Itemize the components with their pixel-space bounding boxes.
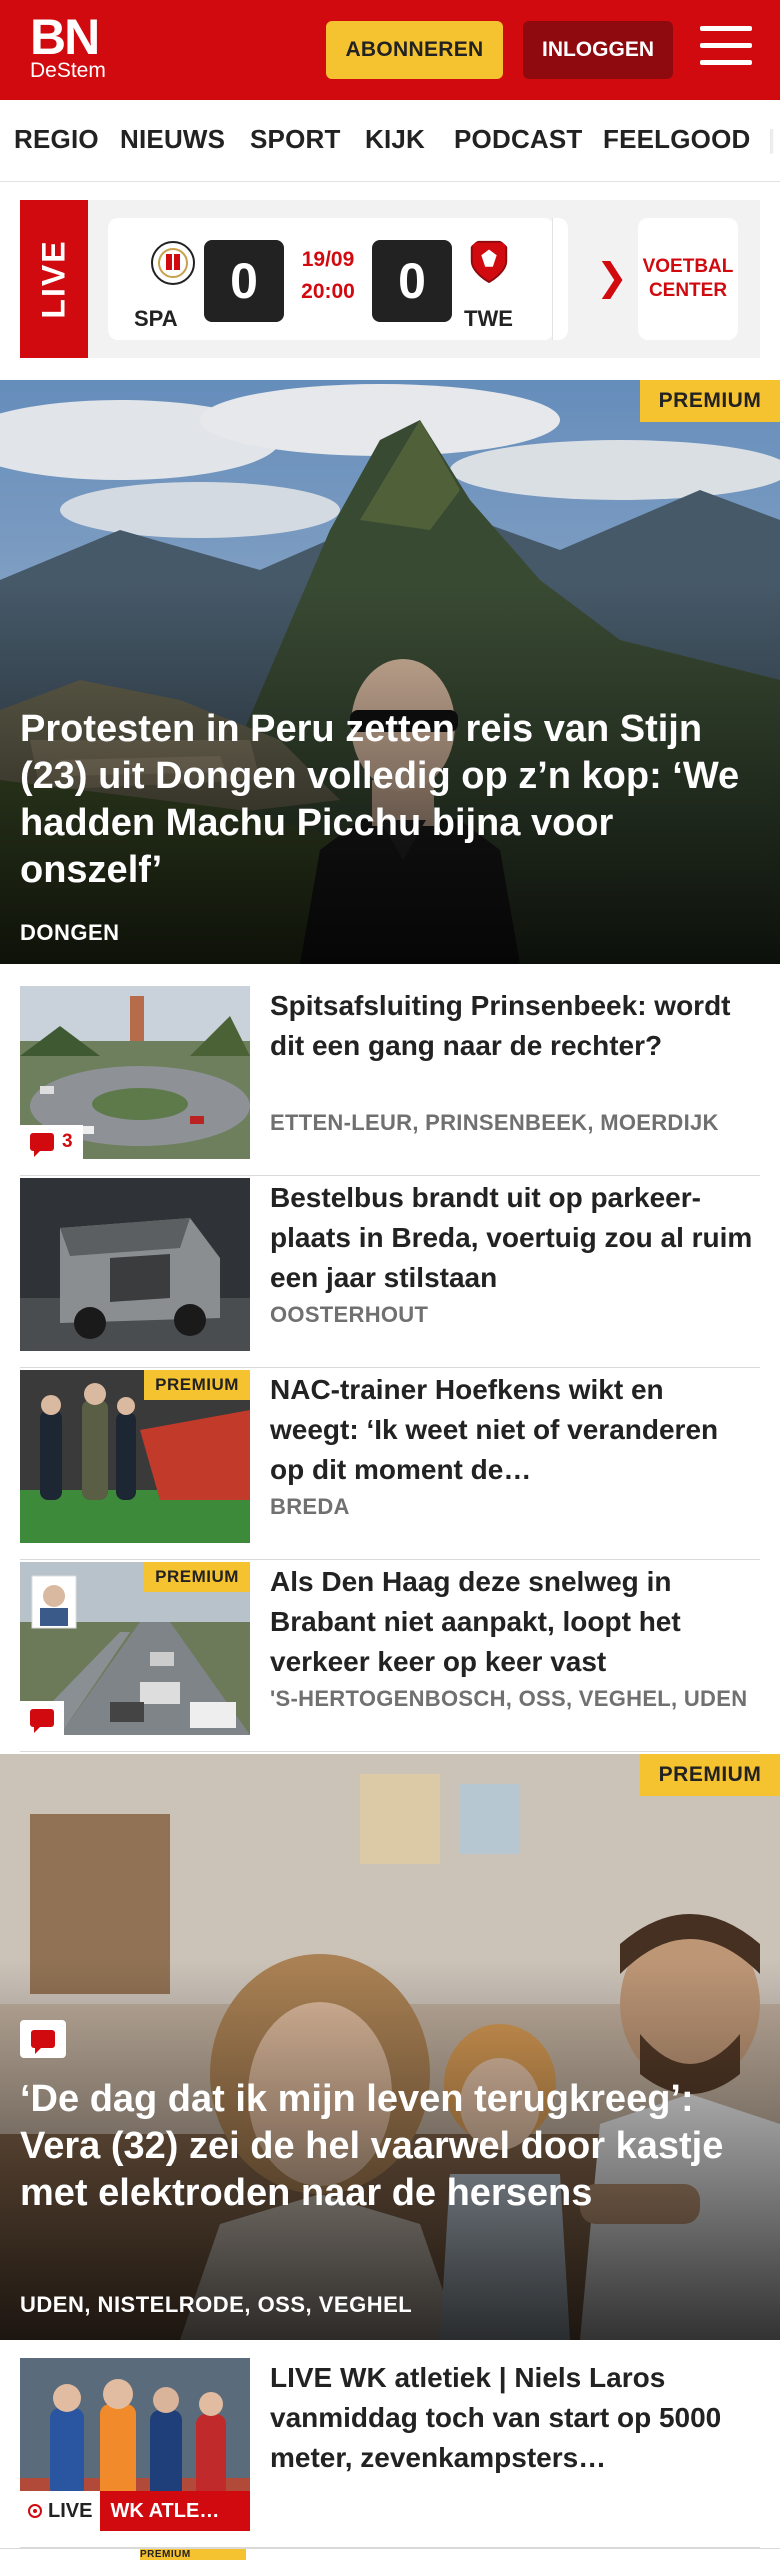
next-match-card[interactable]: [552, 218, 568, 340]
logo-sub: DeStem: [30, 59, 106, 82]
article-title[interactable]: Spitsafsluiting Prinsenbeek: wordt dit e…: [270, 986, 758, 1066]
premium-badge: PREMIUM: [144, 1562, 250, 1592]
match-date: 19/09: [301, 248, 355, 271]
article-category[interactable]: BREDA: [270, 1494, 758, 1520]
live-tag: LIVE: [20, 200, 88, 358]
comment-count[interactable]: 3: [20, 1125, 83, 1159]
hero-title[interactable]: ‘De dag dat ik mijn leven terugkreeg’: V…: [20, 2076, 760, 2217]
subscribe-button[interactable]: ABONNEREN: [326, 21, 503, 79]
site-header: BN DeStem ABONNEREN INLOGGEN: [0, 0, 780, 100]
article-thumbnail: PREMIUM: [20, 1370, 250, 1543]
voetbal-center-button[interactable]: VOETBAL CENTER: [638, 218, 738, 340]
list-item[interactable]: 3 Spitsafsluiting Prinsenbeek: wordt dit…: [20, 986, 760, 1176]
live-scores-strip: LIVE SPA 0 19/09 20:00 0 TWE ❯ VOETBAL C…: [20, 200, 760, 358]
article-category[interactable]: OOSTERHOUT: [270, 1302, 758, 1328]
article-thumbnail: PREMIUM: [20, 1562, 250, 1735]
menu-icon[interactable]: [700, 26, 752, 70]
twente-logo-icon: [470, 240, 508, 284]
comment-icon: [30, 1709, 54, 1733]
burnt-van-image: [20, 1178, 250, 1351]
match-time: 20:00: [301, 280, 355, 303]
premium-badge: PREMIUM: [640, 380, 780, 422]
article-title[interactable]: LIVE WK atletiek | Niels Laros vanmiddag…: [270, 2358, 758, 2478]
nav-item-kijk[interactable]: KIJK: [365, 124, 425, 155]
comment-number: 3: [62, 1131, 73, 1152]
nav-item-feelgood[interactable]: FEELGOOD: [603, 124, 751, 155]
comment-icon: [30, 1133, 54, 1157]
center-label-2: CENTER: [648, 280, 728, 301]
hero-article-vera[interactable]: PREMIUM ‘De dag dat ik mijn leven terugk…: [0, 1754, 780, 2340]
sparta-logo-icon: [151, 241, 195, 285]
comment-count[interactable]: [20, 1701, 64, 1735]
nav-fade: [750, 100, 780, 181]
away-team-name: TWE: [464, 306, 513, 331]
hero-category[interactable]: UDEN, NISTELRODE, OSS, VEGHEL: [20, 2292, 412, 2318]
article-category[interactable]: ETTEN-LEUR, PRINSENBEEK, MOERDIJK: [270, 1110, 758, 1136]
nav-item-nieuws[interactable]: NIEUWS: [120, 124, 225, 155]
list-item[interactable]: PREMIUM NAC-trainer Hoefkens wikt en wee…: [20, 1370, 760, 1560]
nav-item-regio[interactable]: REGIO: [14, 124, 99, 155]
article-title[interactable]: NAC-trainer Hoefkens wikt en weegt: ‘Ik …: [270, 1370, 758, 1490]
nav-item-podcast[interactable]: PODCAST: [454, 124, 583, 155]
logo-main: BN: [30, 9, 100, 65]
premium-badge: PREMIUM: [640, 1754, 780, 1796]
match-card[interactable]: SPA 0 19/09 20:00 0 TWE: [108, 218, 554, 340]
chevron-right-icon[interactable]: ❯: [596, 258, 628, 298]
main-nav: REGIO NIEUWS SPORT KIJK PODCAST FEELGOOD…: [0, 100, 780, 182]
premium-badge: PREMIUM: [140, 2549, 246, 2560]
nav-item-sport[interactable]: SPORT: [250, 124, 341, 155]
hero-article-peru[interactable]: PREMIUM Protesten in Peru zetten reis va…: [0, 380, 780, 964]
comment-icon[interactable]: [20, 2020, 66, 2058]
live-label: LIVE: [48, 2499, 93, 2522]
live-tag-label: WK ATLE…: [100, 2491, 250, 2531]
article-title[interactable]: Als Den Haag deze snelweg in Brabant nie…: [270, 1562, 758, 1682]
article-category[interactable]: 'S-HERTOGENBOSCH, OSS, VEGHEL, UDEN: [270, 1686, 758, 1712]
login-button[interactable]: INLOGGEN: [523, 21, 673, 79]
live-dot-icon: [28, 2504, 42, 2518]
article-thumbnail: LIVE WK ATLE…: [20, 2358, 250, 2531]
next-list-item-peek: PREMIUM: [0, 2548, 780, 2560]
article-thumbnail: 3: [20, 986, 250, 1159]
list-item[interactable]: LIVE WK ATLE… LIVE WK atletiek | Niels L…: [20, 2358, 760, 2548]
away-score: 0: [372, 240, 452, 322]
hero-title[interactable]: Protesten in Peru zetten reis van Stijn …: [20, 706, 760, 894]
list-item[interactable]: Bestelbus brandt uit op parkeer­plaats i…: [20, 1178, 760, 1368]
home-team-name: SPA: [134, 306, 178, 331]
live-chip[interactable]: LIVE WK ATLE…: [20, 2491, 250, 2531]
site-logo[interactable]: BN DeStem: [30, 9, 106, 82]
home-score: 0: [204, 240, 284, 322]
center-label-1: VOETBAL: [642, 256, 734, 277]
live-indicator: LIVE: [20, 2491, 101, 2531]
article-title[interactable]: Bestelbus brandt uit op parkeer­plaats i…: [270, 1178, 758, 1298]
hero-category[interactable]: DONGEN: [20, 920, 120, 946]
premium-badge: PREMIUM: [144, 1370, 250, 1400]
list-item[interactable]: PREMIUM Als Den Haag deze snelweg in Bra…: [20, 1562, 760, 1752]
article-thumbnail: [20, 1178, 250, 1351]
